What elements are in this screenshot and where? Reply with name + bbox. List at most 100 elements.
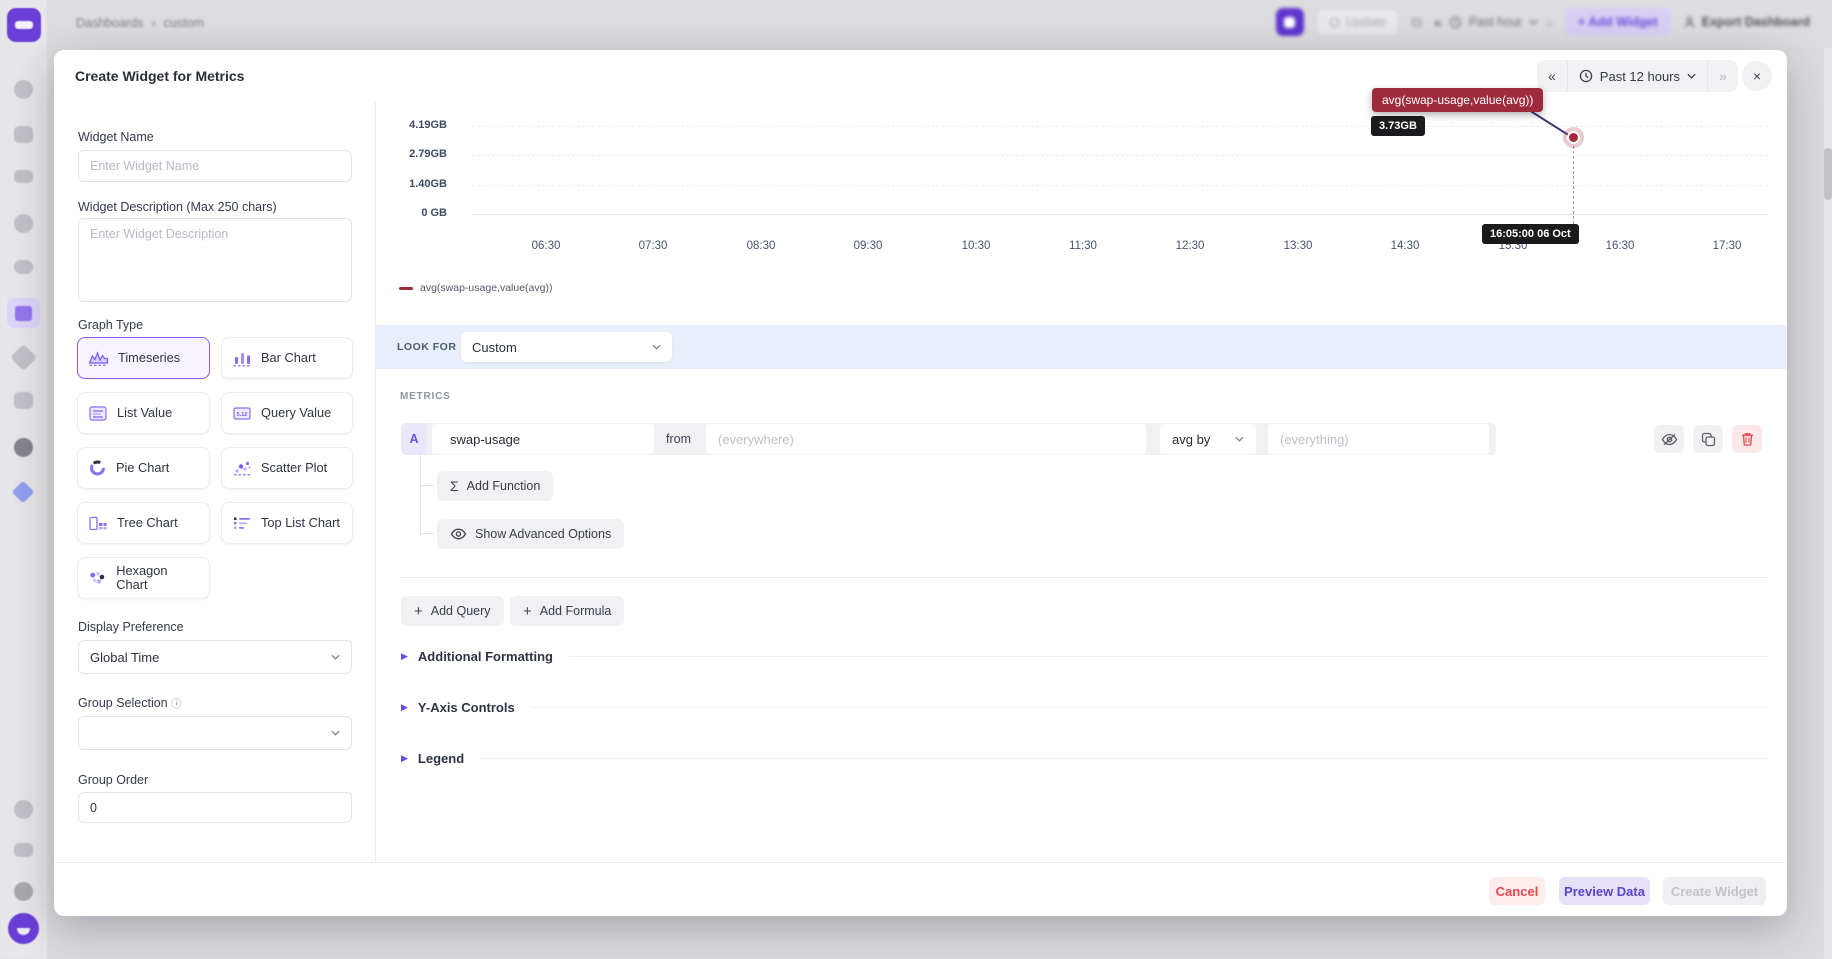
graph-type-scatter-plot[interactable]: Scatter Plot — [221, 447, 353, 489]
hide-query-button[interactable] — [1654, 425, 1684, 453]
dashboards-icon-active[interactable] — [7, 298, 40, 328]
page-scrollbar[interactable] — [1824, 48, 1832, 959]
clock-icon — [1449, 16, 1462, 29]
share-link-icon[interactable]: ⧉ — [1411, 14, 1422, 31]
timeseries-icon — [88, 350, 109, 367]
aggregation-select[interactable]: avg by — [1160, 424, 1256, 454]
chevron-down-icon — [1529, 19, 1538, 25]
traces-icon[interactable] — [14, 260, 33, 274]
filter-input[interactable] — [706, 424, 1146, 454]
time-forward-icon[interactable]: » — [1545, 14, 1553, 30]
copy-icon — [1701, 432, 1716, 447]
group-by-input[interactable] — [1268, 424, 1489, 454]
add-function-label: Add Function — [467, 479, 541, 493]
eye-off-icon — [1661, 433, 1678, 446]
update-button[interactable]: Update — [1316, 8, 1399, 36]
graph-type-list-value[interactable]: List Value — [77, 392, 210, 434]
chevron-down-icon — [331, 654, 340, 660]
chart-legend[interactable]: avg(swap-usage,value(avg)) — [399, 282, 552, 294]
tree-connector — [420, 485, 434, 486]
widget-name-input[interactable] — [78, 150, 352, 182]
delete-query-button[interactable] — [1732, 425, 1762, 453]
preview-data-button[interactable]: Preview Data — [1559, 877, 1650, 905]
plus-icon: + — [414, 603, 423, 620]
help-icon[interactable] — [14, 800, 33, 819]
crosshair-line — [1573, 141, 1574, 224]
settings-icon[interactable] — [14, 438, 33, 457]
cancel-button[interactable]: Cancel — [1489, 877, 1545, 905]
add-query-label: Add Query — [431, 604, 491, 618]
legend-swatch — [399, 287, 413, 290]
section-label: Y-Axis Controls — [418, 700, 515, 715]
trash-icon — [1741, 432, 1754, 446]
time-prev-button[interactable]: « — [1537, 60, 1567, 92]
services-icon[interactable] — [14, 126, 33, 143]
docs-icon[interactable] — [14, 843, 33, 857]
account-icon[interactable] — [14, 882, 33, 901]
tooltip-value-badge: 3.73GB — [1371, 116, 1425, 136]
time-next-button[interactable]: » — [1708, 60, 1738, 92]
additional-formatting-section[interactable]: ▶ Additional Formatting — [401, 647, 1768, 665]
dashboards-glyph — [15, 306, 32, 321]
graph-type-top-list-chart[interactable]: Top List Chart — [221, 502, 353, 544]
x-tick: 16:30 — [1580, 240, 1660, 252]
logs-icon[interactable] — [14, 214, 33, 233]
scatter-plot-icon — [232, 460, 252, 477]
x-tick: 13:30 — [1258, 240, 1338, 252]
display-preference-select[interactable]: Global Time — [78, 640, 352, 674]
home-icon[interactable] — [14, 80, 33, 99]
topbar-actions: Update ⧉ « Past hour » + Add Widget Expo… — [1276, 7, 1810, 37]
alerts-icon[interactable] — [10, 344, 37, 371]
svg-text:5.12: 5.12 — [237, 411, 248, 417]
list-icon[interactable] — [14, 170, 33, 183]
chevrons-left-icon: « — [1548, 68, 1556, 84]
breadcrumb-separator: › — [151, 16, 155, 30]
close-button[interactable]: × — [1742, 61, 1772, 91]
breadcrumb-root[interactable]: Dashboards — [76, 16, 143, 30]
metric-name-input[interactable] — [432, 424, 654, 454]
y-axis-controls-section[interactable]: ▶ Y-Axis Controls — [401, 698, 1768, 716]
graph-type-query-value[interactable]: 5.12 Query Value — [221, 392, 353, 434]
graph-type-timeseries[interactable]: Timeseries — [77, 337, 210, 379]
add-function-button[interactable]: Σ Add Function — [437, 471, 553, 501]
hexagon-chart-icon — [88, 569, 107, 587]
graph-type-tree-chart[interactable]: Tree Chart — [77, 502, 210, 544]
integrations-icon[interactable] — [14, 392, 33, 409]
graph-type-pie-chart[interactable]: Pie Chart — [77, 447, 210, 489]
breadcrumb: Dashboards › custom — [76, 16, 204, 30]
global-time-picker[interactable]: « Past hour » — [1434, 14, 1553, 30]
graph-type-bar-chart[interactable]: Bar Chart — [221, 337, 353, 379]
scrollbar-thumb[interactable] — [1824, 148, 1832, 200]
graph-type-hexagon-chart[interactable]: Hexagon Chart — [77, 557, 210, 599]
add-formula-button[interactable]: + Add Formula — [510, 596, 624, 626]
time-range-value: Past 12 hours — [1600, 69, 1680, 84]
add-widget-label: + Add Widget — [1578, 15, 1658, 29]
export-dashboard-button[interactable]: Export Dashboard — [1683, 15, 1810, 29]
cloud-icon[interactable] — [12, 481, 35, 504]
add-widget-button[interactable]: + Add Widget — [1565, 8, 1671, 36]
group-order-label: Group Order — [78, 773, 148, 787]
refresh-icon — [1329, 17, 1340, 28]
time-range-dropdown[interactable]: Past 12 hours — [1567, 60, 1708, 92]
group-selection-select[interactable] — [78, 716, 352, 750]
create-widget-button-disabled[interactable]: Create Widget — [1663, 877, 1766, 905]
user-avatar[interactable] — [8, 913, 39, 944]
group-order-input[interactable] — [78, 792, 352, 823]
add-query-button[interactable]: + Add Query — [401, 596, 504, 626]
grid-button[interactable] — [1276, 8, 1304, 36]
show-advanced-options-button[interactable]: Show Advanced Options — [437, 519, 624, 549]
query-value-icon: 5.12 — [232, 405, 252, 422]
look-for-label: LOOK FOR — [397, 341, 456, 353]
app-logo[interactable] — [7, 8, 41, 42]
x-tick: 09:30 — [828, 240, 908, 252]
look-for-select[interactable]: Custom — [461, 332, 672, 362]
widget-description-input[interactable] — [78, 218, 352, 302]
duplicate-query-button[interactable] — [1693, 425, 1723, 453]
legend-label: avg(swap-usage,value(avg)) — [420, 282, 552, 294]
section-divider — [401, 577, 1768, 578]
legend-section[interactable]: ▶ Legend — [401, 749, 1768, 767]
y-tick: 2.79GB — [372, 148, 447, 160]
display-preference-label: Display Preference — [78, 620, 184, 634]
hovered-data-point[interactable] — [1569, 133, 1578, 142]
time-back-icon[interactable]: « — [1434, 14, 1442, 30]
